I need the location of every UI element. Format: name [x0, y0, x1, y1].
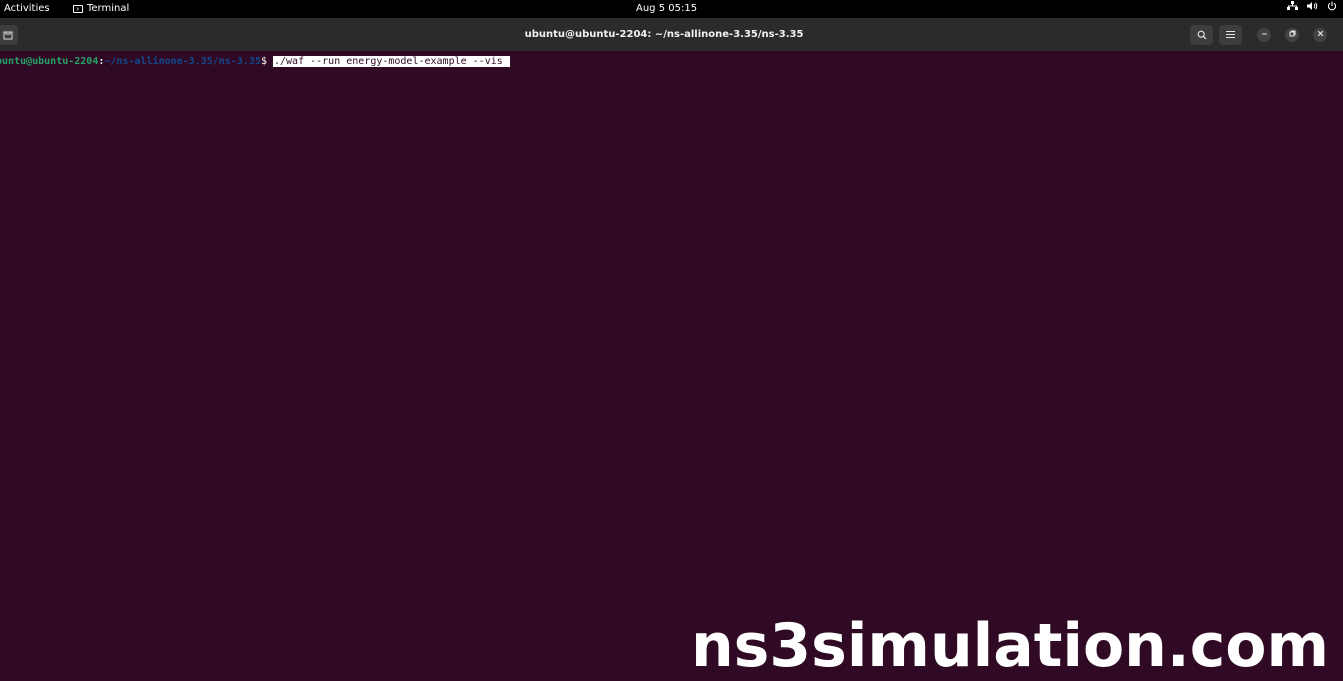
hamburger-menu-icon	[1226, 31, 1235, 38]
terminal-headerbar: ubuntu@ubuntu-2204: ~/ns-allinone-3.35/n…	[0, 18, 1343, 51]
activities-button[interactable]: Activities	[4, 0, 50, 18]
system-tray[interactable]	[1287, 0, 1337, 18]
menu-button[interactable]	[1219, 25, 1242, 45]
gnome-top-bar: Activities Terminal Aug 5 05:15	[0, 0, 1343, 18]
search-icon	[1197, 30, 1206, 40]
watermark: ns3simulation.com	[690, 611, 1329, 681]
prompt-path: ~/ns-allinone-3.35/ns-3.35	[104, 56, 261, 67]
command-text-selected[interactable]: ./waf --run energy-model-example --vis	[272, 56, 510, 67]
restore-button[interactable]	[1285, 28, 1299, 42]
app-menu-label: Terminal	[87, 3, 130, 14]
power-icon[interactable]	[1327, 0, 1337, 18]
network-icon[interactable]	[1287, 0, 1298, 18]
app-menu-terminal[interactable]: Terminal	[73, 0, 129, 18]
close-icon	[1317, 30, 1323, 37]
close-button[interactable]	[1313, 28, 1327, 42]
terminal-icon	[73, 5, 83, 13]
prompt-user-host: buntu@ubuntu-2204	[0, 56, 99, 67]
search-button[interactable]	[1190, 25, 1213, 45]
terminal-view[interactable]: buntu@ubuntu-2204:~/ns-allinone-3.35/ns-…	[0, 51, 1343, 681]
prompt-dollar: $	[260, 56, 273, 67]
restore-icon	[1289, 30, 1295, 37]
minimize-icon	[1261, 33, 1267, 35]
clock[interactable]: Aug 5 05:15	[636, 0, 697, 18]
prompt-line: buntu@ubuntu-2204:~/ns-allinone-3.35/ns-…	[0, 55, 510, 68]
minimize-button[interactable]	[1257, 28, 1271, 42]
volume-icon[interactable]	[1307, 0, 1318, 18]
window-title: ubuntu@ubuntu-2204: ~/ns-allinone-3.35/n…	[524, 29, 804, 40]
